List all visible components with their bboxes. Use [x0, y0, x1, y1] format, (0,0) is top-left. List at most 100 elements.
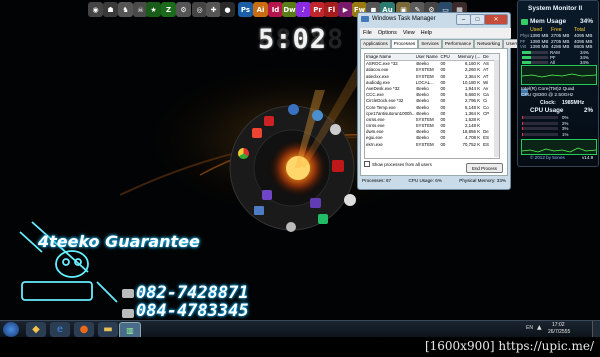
- language-indicator[interactable]: EN: [526, 325, 533, 331]
- tab-applications[interactable]: Applications: [360, 39, 391, 48]
- mem-cell: 1390 MB: [530, 38, 549, 44]
- tab-performance[interactable]: Performance: [441, 39, 475, 48]
- process-user-name: SYSTEM: [415, 141, 434, 147]
- clock-value: 1985MHz: [562, 100, 585, 106]
- show-desktop-button[interactable]: [592, 321, 600, 338]
- mem-usage-label: Mem Usage: [530, 18, 567, 25]
- robot-icon[interactable]: ◉: [88, 2, 103, 17]
- sysmon-footer: © 2012 by 5ones: [530, 155, 565, 160]
- maximize-button[interactable]: □: [470, 14, 485, 25]
- explorer-icon[interactable]: ◆: [26, 322, 46, 337]
- menu-options[interactable]: Options: [378, 30, 397, 36]
- table-row[interactable]: ekrn.exe SYSTEM 00 70,752 K ES: [365, 142, 499, 148]
- phone-number-2: 084-4783345: [136, 301, 249, 321]
- status-cpu: CPU Usage: 6%: [408, 178, 442, 183]
- mem-cell: 4095 MB: [574, 38, 593, 44]
- circle-icon[interactable]: ●: [220, 2, 235, 17]
- tab-bar: Applications Processes Services Performa…: [360, 39, 522, 49]
- column-memory[interactable]: Memory (...: [454, 54, 480, 60]
- tray-arrow-icon[interactable]: ▲: [537, 324, 542, 331]
- phone-icon-1: [122, 289, 134, 298]
- core-value: 2%: [562, 120, 569, 126]
- cpu-usage-value: 2%: [584, 107, 593, 114]
- gear-icon[interactable]: ⚙: [176, 2, 191, 17]
- compass-icon[interactable]: ✚: [206, 2, 221, 17]
- warrior-icon[interactable]: ♞: [118, 2, 133, 17]
- desktop: ◉ ☗ ♞ ☠ ★ Z ⚙ ◎ ✚ ● Ps Ai Id Dw ♪ Pr Fl ▶ Fw ◼ Au ▣ ✎ ⚙ ▭ ▦ 88:88…: [0, 0, 600, 357]
- tab-services[interactable]: Services: [418, 39, 442, 48]
- system-monitor-gadget: System Monitor II Mem Usage 34% Used Fre…: [517, 0, 599, 167]
- neon-mascot: [19, 221, 118, 303]
- gnome-icon[interactable]: [344, 194, 356, 206]
- core-value: 3%: [562, 126, 569, 131]
- heart-icon[interactable]: [264, 116, 274, 126]
- brand-banner: 4teeko Guarantee: [38, 232, 200, 251]
- show-all-checkbox[interactable]: [364, 161, 370, 167]
- core-bar: [522, 121, 558, 125]
- phone-icon-2: [122, 309, 134, 318]
- sysmon-version: v14.9: [582, 155, 594, 160]
- star-icon[interactable]: ★: [146, 2, 161, 17]
- illustrator-icon[interactable]: Ai: [253, 2, 268, 17]
- flash-icon[interactable]: Fl: [324, 2, 339, 17]
- core-bar: [522, 132, 558, 136]
- shield-icon[interactable]: [252, 128, 262, 138]
- column-user-name[interactable]: User Name: [416, 54, 441, 60]
- core-value: 1%: [562, 131, 569, 137]
- window-title: Windows Task Manager: [372, 16, 436, 22]
- chrome-icon[interactable]: [238, 148, 249, 159]
- zone-icon[interactable]: Z: [161, 2, 176, 17]
- process-table-header: Image Name User Name CPU Memory (... De: [365, 54, 499, 62]
- recycle-icon[interactable]: [318, 214, 328, 224]
- mem-cell: 2705 MB: [551, 38, 570, 44]
- menu-file[interactable]: File: [363, 30, 372, 36]
- firefox-icon[interactable]: ●: [74, 322, 94, 337]
- show-all-processes[interactable]: Show processes from all users: [364, 161, 432, 167]
- photoshop-icon[interactable]: Ps: [238, 2, 253, 17]
- cpu-usage-label: CPU Usage: [530, 107, 564, 114]
- end-process-button[interactable]: End Process: [466, 163, 503, 173]
- indesign-icon[interactable]: Id: [268, 2, 283, 17]
- memory-graph: [521, 65, 597, 85]
- media-icon[interactable]: ▶: [338, 2, 353, 17]
- cpu-graph: [521, 139, 597, 155]
- mem-row-label: Phys: [520, 33, 530, 38]
- globe-icon[interactable]: [312, 110, 323, 121]
- cpu-model: CPU Q8300 @ 2.50GHz: [521, 93, 574, 98]
- premiere-icon[interactable]: ♪: [296, 2, 311, 17]
- process-image-name: ekrn.exe: [366, 141, 383, 147]
- tray-time[interactable]: 17:02: [552, 322, 565, 328]
- mem-cell: 1390 MB: [530, 33, 549, 38]
- tab-networking[interactable]: Networking: [474, 39, 504, 48]
- minimize-button[interactable]: –: [456, 14, 471, 25]
- menu-view[interactable]: View: [403, 30, 415, 36]
- dreamweaver-icon[interactable]: Dw: [282, 2, 297, 17]
- torch-icon[interactable]: [262, 190, 272, 200]
- window-icon[interactable]: [254, 206, 264, 215]
- internet-explorer-icon[interactable]: e: [50, 322, 70, 337]
- column-image-name[interactable]: Image Name: [365, 54, 416, 60]
- task-manager-window[interactable]: Windows Task Manager – □ ✕ File Options …: [357, 12, 522, 190]
- mem-bar: [522, 51, 548, 54]
- process-rows: ASROC.exe *32 4teeko 00 6,160 K AS atiacoo.ex…: [365, 61, 499, 148]
- skull-dock-icon[interactable]: [286, 222, 296, 232]
- media-player-icon[interactable]: [288, 104, 299, 115]
- folder-taskbar-icon[interactable]: ▬: [98, 322, 118, 337]
- start-button[interactable]: [3, 322, 19, 337]
- target-icon[interactable]: ◎: [192, 2, 207, 17]
- close-button[interactable]: ✕: [484, 14, 508, 25]
- process-cpu: 00: [440, 141, 446, 147]
- process-scrollbar[interactable]: [494, 60, 499, 157]
- mem-usage-value: 34%: [580, 18, 594, 25]
- tray-date[interactable]: 26/7/2555: [548, 329, 570, 335]
- chart-icon[interactable]: [310, 198, 321, 208]
- cpu-name: Intel(R) Core(TM)2 Quad: [521, 87, 575, 92]
- menu-bar: File Options View Help: [360, 28, 511, 38]
- mask-icon[interactable]: ☗: [103, 2, 118, 17]
- pdf-icon[interactable]: Pr: [310, 2, 325, 17]
- disc-icon[interactable]: [330, 124, 341, 135]
- menu-help[interactable]: Help: [421, 30, 432, 36]
- show-all-label: Show processes from all users: [372, 161, 432, 167]
- lightning-icon[interactable]: [332, 160, 344, 172]
- column-cpu[interactable]: CPU: [440, 54, 454, 60]
